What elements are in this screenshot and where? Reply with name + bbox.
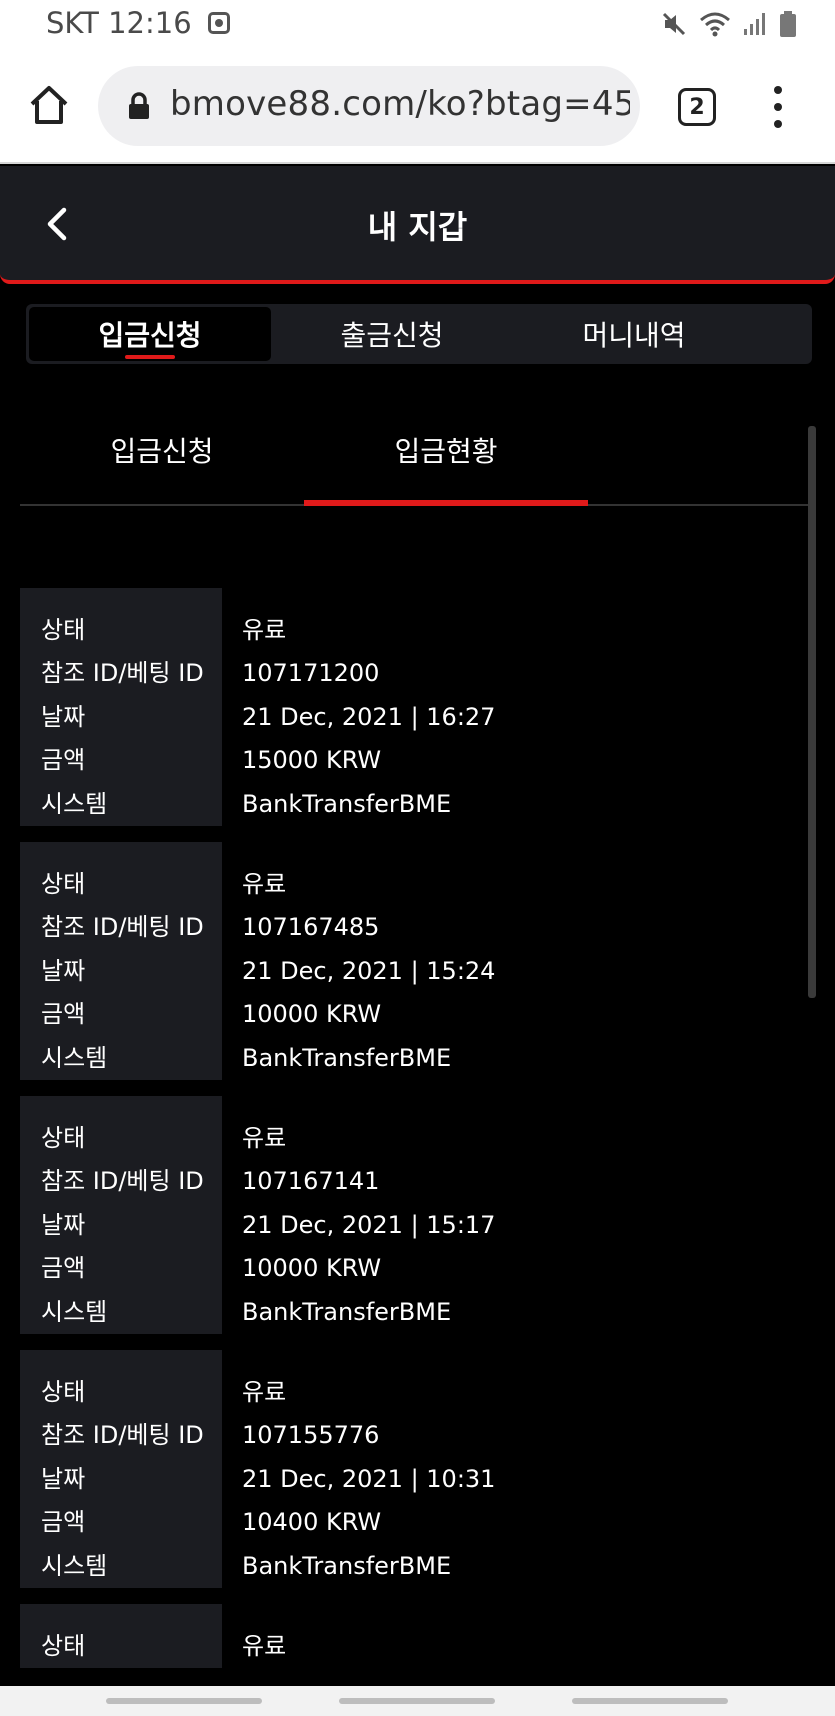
- value-date: 21 Dec, 2021 | 15:24: [242, 957, 496, 985]
- label-status: 상태: [41, 870, 86, 898]
- wifi-icon: [700, 12, 730, 37]
- label-ref-id: 참조 ID/베팅 ID: [41, 1421, 204, 1449]
- deposit-record: 상태 참조 ID/베팅 ID 날짜 금액 시스템 유료 107155776 21…: [20, 1350, 800, 1588]
- label-date: 날짜: [41, 703, 86, 731]
- scrollbar[interactable]: [808, 426, 816, 998]
- label-ref-id: 참조 ID/베팅 ID: [41, 1167, 204, 1195]
- subtab-deposit-request[interactable]: 입금신청: [20, 430, 304, 470]
- value-ref-id: 107167141: [242, 1167, 380, 1195]
- label-amount: 금액: [41, 1254, 86, 1282]
- value-status: 유료: [242, 1632, 287, 1660]
- more-menu-icon[interactable]: [766, 86, 790, 128]
- browser-toolbar: bmove88.com/ko?btag=458 2: [0, 50, 835, 164]
- value-status: 유료: [242, 616, 287, 644]
- label-system: 시스템: [41, 1044, 108, 1072]
- page-title: 내 지갑: [367, 208, 468, 246]
- value-system: BankTransferBME: [242, 790, 452, 818]
- deposit-record: 상태 참조 ID/베팅 ID 날짜 금액 시스템 유료 107167141 21…: [20, 1096, 800, 1334]
- value-amount: 15000 KRW: [242, 746, 382, 774]
- carrier-time: SKT 12:16: [46, 6, 192, 40]
- main-tab-bar: 입금신청 출금신청 머니내역: [26, 304, 812, 364]
- deposit-record: 상태 유료: [20, 1604, 800, 1668]
- value-system: BankTransferBME: [242, 1552, 452, 1580]
- nav-home[interactable]: [339, 1698, 495, 1704]
- battery-icon: [780, 11, 796, 37]
- signal-icon: [744, 13, 765, 35]
- url-text[interactable]: bmove88.com/ko?btag=458: [170, 84, 630, 124]
- label-amount: 금액: [41, 746, 86, 774]
- nav-recent-apps[interactable]: [106, 1698, 262, 1704]
- value-amount: 10000 KRW: [242, 1000, 382, 1028]
- status-bar: SKT 12:16: [0, 0, 835, 50]
- value-date: 21 Dec, 2021 | 10:31: [242, 1465, 496, 1493]
- value-status: 유료: [242, 870, 287, 898]
- label-status: 상태: [41, 1632, 86, 1660]
- label-amount: 금액: [41, 1508, 86, 1536]
- address-bar[interactable]: bmove88.com/ko?btag=458: [98, 66, 640, 146]
- app-header: 내 지갑: [0, 166, 835, 284]
- tab-deposit-request[interactable]: 입금신청: [29, 307, 271, 361]
- value-status: 유료: [242, 1378, 287, 1406]
- deposit-record: 상태 참조 ID/베팅 ID 날짜 금액 시스템 유료 107167485 21…: [20, 842, 800, 1080]
- label-status: 상태: [41, 1124, 86, 1152]
- label-ref-id: 참조 ID/베팅 ID: [41, 913, 204, 941]
- value-system: BankTransferBME: [242, 1044, 452, 1072]
- tab-switcher-button[interactable]: 2: [678, 88, 716, 126]
- sub-tab-bar: 입금신청 입금현황: [20, 408, 815, 506]
- label-date: 날짜: [41, 957, 86, 985]
- value-ref-id: 107167485: [242, 913, 380, 941]
- value-system: BankTransferBME: [242, 1298, 452, 1326]
- nav-back[interactable]: [572, 1698, 728, 1704]
- label-date: 날짜: [41, 1465, 86, 1493]
- label-date: 날짜: [41, 1211, 86, 1239]
- system-nav-bar: [0, 1686, 835, 1716]
- value-amount: 10400 KRW: [242, 1508, 382, 1536]
- label-system: 시스템: [41, 790, 108, 818]
- value-status: 유료: [242, 1124, 287, 1152]
- value-date: 21 Dec, 2021 | 16:27: [242, 703, 496, 731]
- label-amount: 금액: [41, 1000, 86, 1028]
- tab-money-history[interactable]: 머니내역: [513, 307, 755, 361]
- value-ref-id: 107155776: [242, 1421, 380, 1449]
- label-system: 시스템: [41, 1552, 108, 1580]
- tab-withdraw-request[interactable]: 출금신청: [271, 307, 513, 361]
- status-left: SKT 12:16: [46, 6, 230, 40]
- label-system: 시스템: [41, 1298, 108, 1326]
- value-date: 21 Dec, 2021 | 15:17: [242, 1211, 496, 1239]
- home-icon[interactable]: [28, 84, 70, 126]
- lock-icon: [129, 92, 149, 119]
- mute-icon: [662, 12, 686, 36]
- value-ref-id: 107171200: [242, 659, 380, 687]
- label-ref-id: 참조 ID/베팅 ID: [41, 659, 204, 687]
- label-status: 상태: [41, 1378, 86, 1406]
- value-amount: 10000 KRW: [242, 1254, 382, 1282]
- screen-record-icon: [207, 12, 230, 34]
- subtab-deposit-status[interactable]: 입금현황: [304, 430, 588, 470]
- label-status: 상태: [41, 616, 86, 644]
- deposit-record: 상태 참조 ID/베팅 ID 날짜 금액 시스템 유료 107171200 21…: [20, 588, 800, 826]
- active-subtab-indicator: [304, 500, 588, 506]
- status-icons: [661, 10, 797, 38]
